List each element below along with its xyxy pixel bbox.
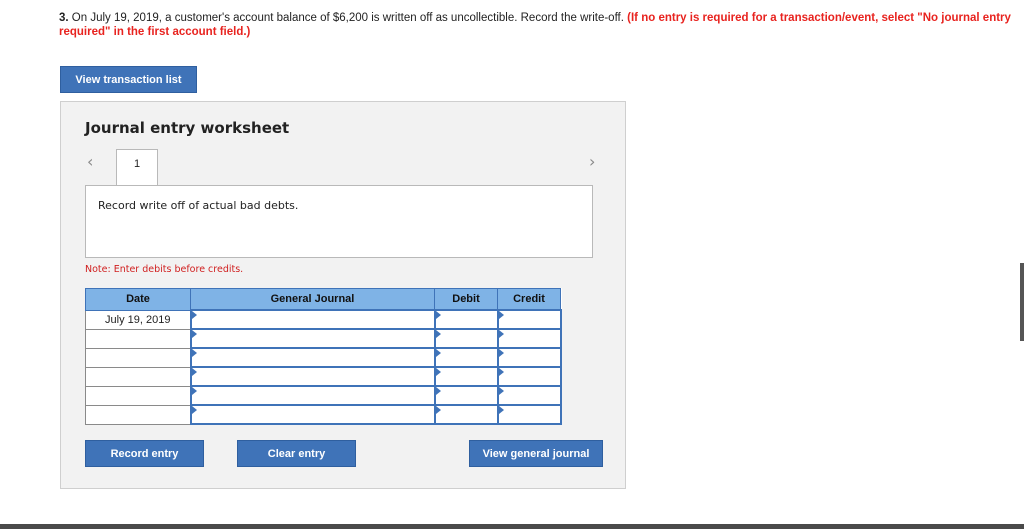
debit-input[interactable] [433, 385, 499, 406]
input-marker-icon [498, 387, 504, 395]
input-marker-icon [435, 368, 441, 376]
dropdown-marker-icon [191, 349, 197, 357]
input-marker-icon [498, 406, 504, 414]
input-marker-icon [435, 311, 441, 319]
credit-input[interactable] [496, 385, 562, 406]
debit-input[interactable] [433, 404, 499, 425]
input-marker-icon [435, 406, 441, 414]
input-marker-icon [498, 330, 504, 338]
account-input[interactable] [189, 404, 436, 425]
view-general-journal-button[interactable]: View general journal [469, 440, 603, 467]
debit-input[interactable] [433, 366, 499, 387]
account-input[interactable] [189, 366, 436, 387]
credit-input[interactable] [496, 309, 562, 330]
debit-input[interactable] [433, 309, 499, 330]
account-input[interactable] [189, 309, 436, 330]
table-row [85, 328, 562, 349]
question-number: 3. [59, 12, 69, 24]
bottom-divider [0, 524, 1024, 529]
credit-input[interactable] [496, 347, 562, 368]
account-input[interactable] [189, 385, 436, 406]
journal-table: Date General Journal Debit Credit July 1… [85, 288, 562, 425]
credit-input[interactable] [496, 404, 562, 425]
input-marker-icon [498, 311, 504, 319]
account-input[interactable] [189, 347, 436, 368]
dropdown-marker-icon [191, 387, 197, 395]
debit-input[interactable] [433, 347, 499, 368]
entry-note: Note: Enter debits before credits. [85, 264, 244, 275]
date-cell [85, 328, 191, 349]
record-entry-button[interactable]: Record entry [85, 440, 204, 467]
question-text: 3. On July 19, 2019, a customer's accoun… [59, 11, 1019, 39]
worksheet-tab-label: 1 [133, 158, 141, 170]
dropdown-marker-icon [191, 330, 197, 338]
date-cell [85, 366, 191, 387]
input-marker-icon [498, 368, 504, 376]
date-cell: July 19, 2019 [85, 309, 191, 330]
chevron-right-icon[interactable]: › [589, 152, 595, 171]
account-input[interactable] [189, 328, 436, 349]
clear-entry-button[interactable]: Clear entry [237, 440, 356, 467]
scrollbar-thumb[interactable] [1020, 263, 1024, 341]
worksheet-tab-1[interactable]: 1 [116, 149, 158, 186]
input-marker-icon [435, 387, 441, 395]
table-row [85, 404, 562, 425]
table-row [85, 347, 562, 368]
dropdown-marker-icon [191, 368, 197, 376]
credit-input[interactable] [496, 366, 562, 387]
journal-header-row: Date General Journal Debit Credit [85, 288, 561, 311]
journal-entry-worksheet: Journal entry worksheet ‹ 1 › Record wri… [60, 101, 626, 489]
debit-input[interactable] [433, 328, 499, 349]
input-marker-icon [435, 349, 441, 357]
input-marker-icon [498, 349, 504, 357]
worksheet-title: Journal entry worksheet [85, 119, 290, 137]
dropdown-marker-icon [191, 406, 197, 414]
table-row [85, 366, 562, 387]
header-credit: Credit [497, 288, 561, 311]
date-cell [85, 385, 191, 406]
question-body: On July 19, 2019, a customer's account b… [68, 12, 628, 24]
view-transaction-list-button[interactable]: View transaction list [60, 66, 197, 93]
table-row [85, 385, 562, 406]
table-row: July 19, 2019 [85, 309, 562, 330]
transaction-description: Record write off of actual bad debts. [85, 185, 593, 258]
header-general-journal: General Journal [190, 288, 435, 311]
date-cell [85, 404, 191, 425]
chevron-left-icon[interactable]: ‹ [87, 152, 93, 171]
header-debit: Debit [434, 288, 498, 311]
dropdown-marker-icon [191, 311, 197, 319]
credit-input[interactable] [496, 328, 562, 349]
date-cell [85, 347, 191, 368]
input-marker-icon [435, 330, 441, 338]
header-date: Date [85, 288, 191, 311]
